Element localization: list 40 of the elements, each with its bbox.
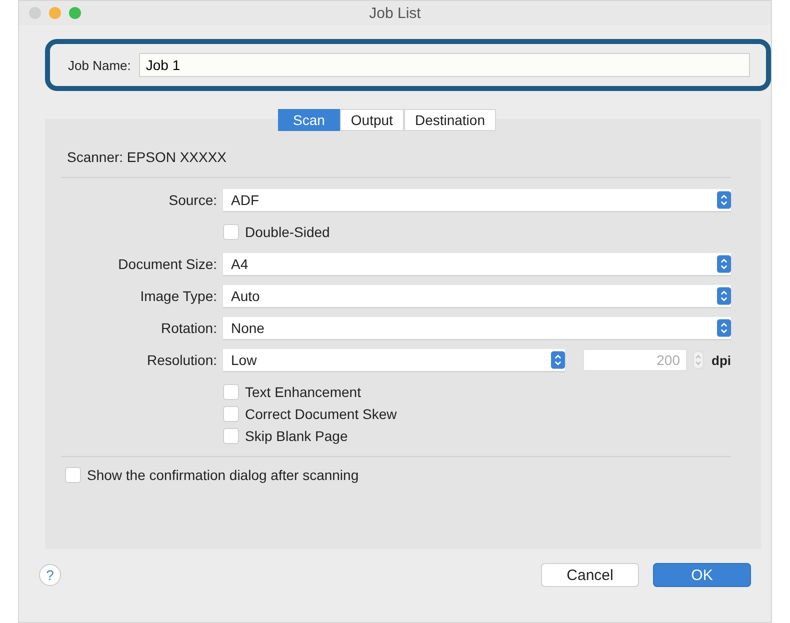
minimize-button[interactable]: [49, 7, 61, 19]
checkbox-label: Skip Blank Page: [245, 428, 348, 444]
close-button[interactable]: [29, 7, 41, 19]
dropdown-arrows-icon: [717, 190, 731, 210]
checkbox-label: Correct Document Skew: [245, 406, 397, 422]
job-name-field[interactable]: Job 1: [138, 53, 750, 77]
help-button[interactable]: ?: [39, 564, 61, 586]
checkbox[interactable]: [223, 428, 239, 444]
dropdown-arrows-icon: [717, 318, 731, 338]
dropdown[interactable]: Auto: [223, 285, 731, 307]
tab[interactable]: Scan: [278, 109, 340, 131]
dropdown[interactable]: Low: [223, 349, 565, 371]
dropdown-arrows-icon: [717, 286, 731, 306]
checkbox[interactable]: [223, 384, 239, 400]
checkbox[interactable]: [223, 224, 239, 240]
checkbox-label: Show the confirmation dialog after scanning: [87, 467, 359, 483]
ok-button[interactable]: OK: [653, 563, 751, 587]
dropdown-arrows-icon: [551, 350, 565, 370]
field-label: Image Type:: [139, 288, 218, 304]
field-label: Resolution:: [146, 352, 218, 368]
dropdown[interactable]: None: [223, 317, 731, 339]
checkbox-label: Double-Sided: [245, 224, 330, 240]
dropdown[interactable]: ADF: [223, 189, 731, 211]
window-title: Job List: [369, 4, 421, 22]
checkbox[interactable]: [65, 467, 81, 483]
field-label: Document Size:: [117, 256, 218, 272]
checkbox[interactable]: [223, 406, 239, 422]
field-label: Source:: [168, 192, 218, 208]
scanner-label: Scanner: EPSON XXXXX: [67, 149, 227, 165]
job-name-label: Job Name:: [68, 58, 131, 72]
tab[interactable]: Output: [340, 109, 404, 131]
stepper-icon[interactable]: [693, 350, 704, 370]
checkbox-label: Text Enhancement: [245, 384, 361, 400]
tab[interactable]: Destination: [404, 109, 496, 131]
field-label: Rotation:: [160, 320, 218, 336]
zoom-button[interactable]: [69, 7, 81, 19]
dropdown-arrows-icon: [717, 254, 731, 274]
unit-label: dpi: [712, 352, 731, 368]
cancel-button[interactable]: Cancel: [541, 563, 639, 587]
dropdown[interactable]: A4: [223, 253, 731, 275]
